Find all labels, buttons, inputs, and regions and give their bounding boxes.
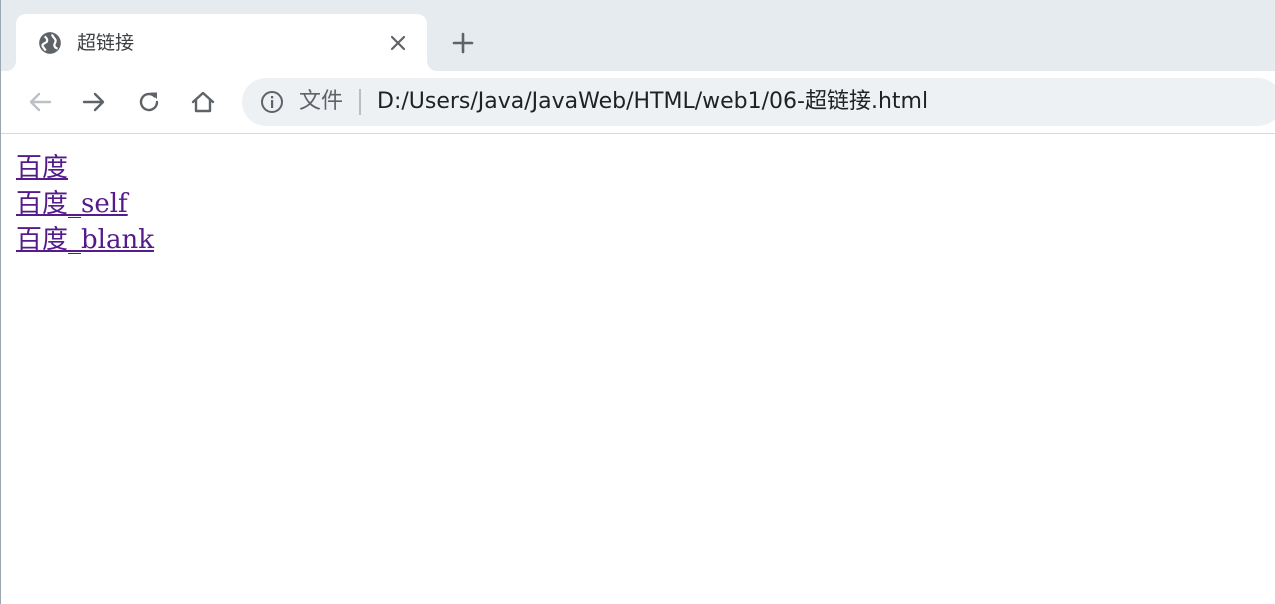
plus-icon[interactable] (447, 27, 479, 59)
omnibox-divider (359, 89, 361, 115)
tab-title: 超链接 (77, 32, 135, 54)
arrow-left-icon[interactable] (25, 87, 55, 117)
link-baidu-blank[interactable]: 百度_blank (16, 222, 154, 258)
toolbar: 文件 D:/Users/Java/JavaWeb/HTML/web1/06-超链… (1, 71, 1275, 134)
home-icon[interactable] (188, 87, 218, 117)
scheme-label: 文件 (299, 89, 344, 114)
browser-window: 超链接 文件 D:/Users/Java/JavaWeb/HTML/web1/0… (0, 0, 1275, 604)
link-baidu-self[interactable]: 百度_self (16, 186, 154, 222)
link-baidu[interactable]: 百度 (16, 150, 154, 186)
page-content: 百度 百度_self 百度_blank (16, 150, 154, 258)
tab-active[interactable]: 超链接 (16, 14, 427, 71)
address-bar[interactable]: 文件 D:/Users/Java/JavaWeb/HTML/web1/06-超链… (242, 78, 1275, 126)
tab-strip: 超链接 (1, 0, 1275, 71)
url-text[interactable]: D:/Users/Java/JavaWeb/HTML/web1/06-超链接.h… (377, 87, 928, 117)
reload-icon[interactable] (134, 87, 164, 117)
close-icon[interactable] (386, 31, 410, 55)
globe-icon (37, 30, 63, 56)
info-icon[interactable] (259, 89, 285, 115)
arrow-right-icon[interactable] (79, 87, 109, 117)
